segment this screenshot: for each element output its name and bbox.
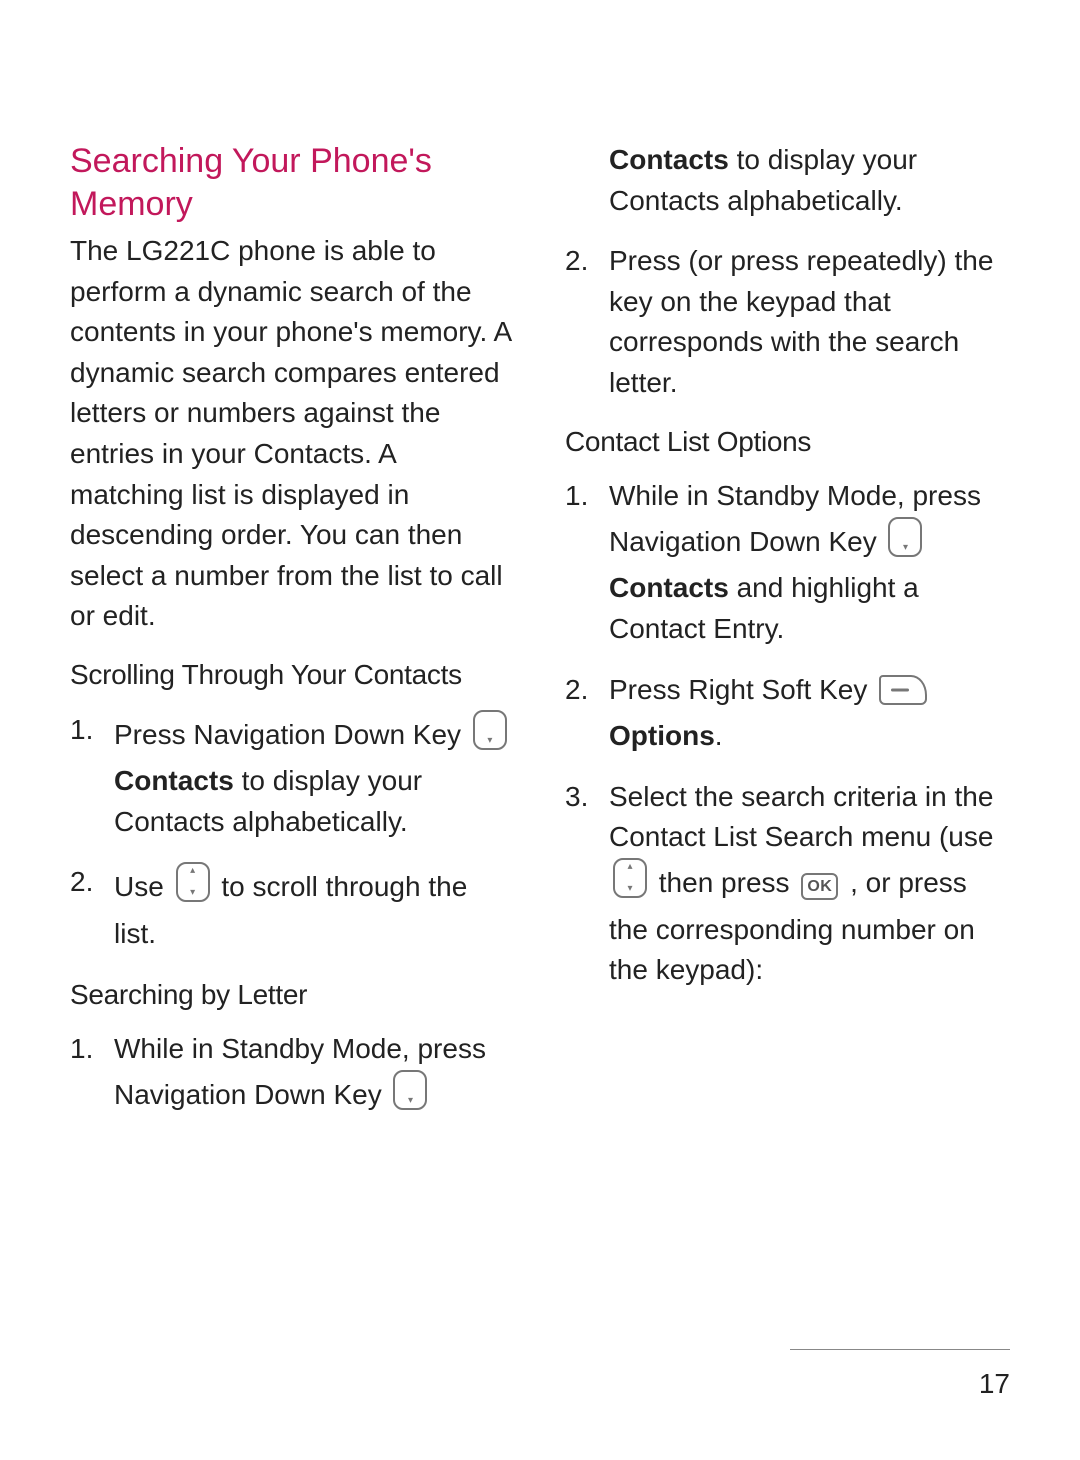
step-bold: Contacts [609, 572, 729, 603]
list-item: While in Standby Mode, press Navigation … [565, 476, 1010, 649]
step-bold: Contacts [114, 765, 234, 796]
manual-page: Searching Your Phone's Memory The LG221C… [0, 0, 1080, 1460]
step-text: Press Navigation Down Key [114, 719, 469, 750]
step-text: Use [114, 871, 172, 902]
nav-down-key-icon: ▾ [393, 1070, 427, 1122]
list-item: Press (or press repeatedly) the key on t… [565, 241, 1010, 403]
right-soft-key-icon [879, 675, 927, 717]
page-number: 17 [979, 1368, 1010, 1400]
list-item: Use ▴▾ to scroll through the list. [70, 862, 515, 954]
subhead-scrolling: Scrolling Through Your Contacts [70, 655, 515, 696]
step-bold: Options [609, 720, 715, 751]
nav-down-key-icon: ▾ [888, 517, 922, 569]
list-item: Press Navigation Down Key ▾ Contacts to … [70, 710, 515, 843]
step-text: then press [659, 867, 798, 898]
content-columns: Searching Your Phone's Memory The LG221C… [70, 140, 1010, 1180]
nav-updown-key-icon: ▴▾ [613, 858, 647, 910]
step-bold: Contacts [609, 144, 729, 175]
list-item: Select the search criteria in the Contac… [565, 777, 1010, 991]
step-text: While in Standby Mode, press Navigation … [114, 1033, 486, 1110]
list-item: Press Right Soft Key Options. [565, 670, 1010, 757]
intro-paragraph: The LG221C phone is able to perform a dy… [70, 231, 515, 637]
scrolling-steps: Press Navigation Down Key ▾ Contacts to … [70, 710, 515, 955]
step-text: . [715, 720, 723, 751]
step-text: While in Standby Mode, press Navigation … [609, 480, 981, 557]
nav-updown-key-icon: ▴▾ [176, 862, 210, 914]
step-text: Select the search criteria in the Contac… [609, 781, 993, 853]
subhead-options: Contact List Options [565, 422, 1010, 463]
options-steps: While in Standby Mode, press Navigation … [565, 476, 1010, 991]
footer-rule [790, 1349, 1010, 1350]
nav-down-key-icon: ▾ [473, 710, 507, 762]
section-title: Searching Your Phone's Memory [70, 140, 515, 225]
step-text: Press (or press repeatedly) the key on t… [609, 245, 993, 398]
step-text: Press Right Soft Key [609, 674, 875, 705]
ok-key-icon: OK [801, 873, 838, 900]
subhead-letter: Searching by Letter [70, 975, 515, 1016]
